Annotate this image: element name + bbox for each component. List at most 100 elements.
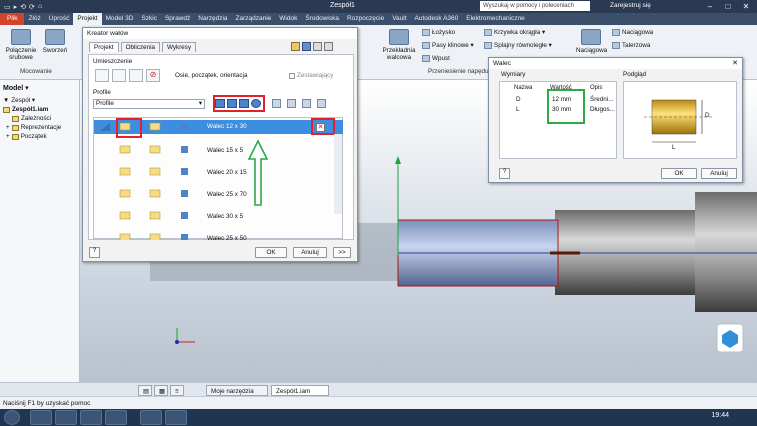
tab-inspect[interactable]: Sprawdź xyxy=(161,13,194,25)
tab-sketch[interactable]: Szkic xyxy=(137,13,161,25)
tile-icon[interactable]: ▤ xyxy=(138,385,152,396)
vbelts-button[interactable]: Pasy klinowe ▾ xyxy=(422,42,474,49)
col-name: Nazwa xyxy=(514,85,533,91)
settings-icon[interactable] xyxy=(324,42,333,51)
qa-icon-2[interactable]: ▸ xyxy=(14,3,18,11)
tab-view[interactable]: Widok xyxy=(275,13,301,25)
tab-environments[interactable]: Środowiska xyxy=(301,13,343,25)
taskbar-media-icon[interactable] xyxy=(80,410,102,425)
maximize-icon[interactable]: □ xyxy=(719,0,737,13)
key-button[interactable]: Wpust xyxy=(422,55,450,62)
profile-label: Profile xyxy=(93,89,111,96)
tab-electromechanical[interactable]: Elektromechaniczne xyxy=(462,13,529,25)
menu-icon[interactable]: ≡ xyxy=(170,385,184,396)
close-icon[interactable]: ✕ xyxy=(737,0,755,13)
tree-item-root[interactable]: Zespół1.iam xyxy=(0,105,79,114)
tab-simplify[interactable]: Uprość xyxy=(45,13,74,25)
expand-icon[interactable]: + xyxy=(6,124,10,131)
row-l-desc: Długos... xyxy=(590,106,615,113)
tree-item-origin[interactable]: + Początek xyxy=(0,132,79,141)
dims-label: Wymiary xyxy=(501,71,526,78)
qa-icon-3[interactable]: ⟲ xyxy=(20,3,26,11)
taskbar-app-icon[interactable] xyxy=(105,410,127,425)
pick-axis-icon[interactable] xyxy=(95,69,109,82)
qa-icon-5[interactable]: ⌂ xyxy=(38,3,42,11)
tab-assembly-doc[interactable]: Zespół1.iam xyxy=(271,385,329,396)
open-icon[interactable] xyxy=(291,42,300,51)
folder-icon xyxy=(11,133,19,140)
belleville-spring-button[interactable]: Talerzowa xyxy=(612,42,650,49)
browser-title[interactable]: Model ▾ xyxy=(0,80,79,96)
section-list-scrollbar[interactable] xyxy=(334,134,342,214)
spring-tension-icon xyxy=(612,29,620,36)
tab-design[interactable]: Projekt xyxy=(73,13,102,25)
taskbar-inventor-icon[interactable] xyxy=(165,410,187,425)
disc-cam-button[interactable]: Krzywka okrągła ▾ xyxy=(484,29,545,36)
cylinder-dialog: Walec ✕ Wymiary Nazwa Wartość Opis D 12 … xyxy=(488,57,743,183)
minimize-icon[interactable]: – xyxy=(701,0,719,13)
bolted-connection-button[interactable]: Połączenie śrubowe xyxy=(3,29,39,61)
tree-item-constraints[interactable]: Zależności xyxy=(0,114,79,123)
preview-l-label: L xyxy=(672,144,676,151)
browser-filter[interactable]: ▼ Zespół ▾ xyxy=(0,96,79,105)
tab-calculation[interactable]: Obliczenia xyxy=(120,42,161,52)
tab-my-tools[interactable]: Moje narzędzia g... xyxy=(206,385,268,406)
tab-graphs[interactable]: Wykresy xyxy=(162,42,197,52)
options-icon[interactable] xyxy=(313,42,322,51)
shaft-dialog-toolbar xyxy=(291,42,333,51)
insert-icon[interactable] xyxy=(287,99,296,108)
help-icon[interactable]: ? xyxy=(499,168,510,179)
tab-3d-model[interactable]: Model 3D xyxy=(102,13,138,25)
pick-orientation-icon[interactable] xyxy=(129,69,143,82)
window-title: Zespół1 xyxy=(330,2,355,9)
profile-dropdown[interactable]: Profile ▾ xyxy=(93,99,205,109)
cascade-icon[interactable]: ▦ xyxy=(154,385,168,396)
flip-icon[interactable]: ⊘ xyxy=(146,69,160,82)
taskbar-word-icon[interactable] xyxy=(140,410,162,425)
cylinder-cancel-button[interactable]: Anuluj xyxy=(701,168,737,179)
highlight-section-types xyxy=(213,95,265,112)
cylinder-dialog-title: Walec xyxy=(489,58,742,69)
placement-label: Umieszczenie xyxy=(93,58,133,65)
preview-d-label: D xyxy=(705,112,710,119)
signin-link[interactable]: Zarejestruj się xyxy=(610,2,651,9)
more-button[interactable]: >> xyxy=(333,247,351,258)
tab-assemble[interactable]: Złóż xyxy=(24,13,44,25)
close-icon[interactable]: ✕ xyxy=(732,59,738,67)
spring-button[interactable]: Naciągowa xyxy=(576,29,607,54)
pick-start-icon[interactable] xyxy=(112,69,126,82)
tab-a360[interactable]: Autodesk A360 xyxy=(411,13,463,25)
qa-icon-4[interactable]: ⟳ xyxy=(29,3,35,11)
save-icon[interactable] xyxy=(302,42,311,51)
tab-get-started[interactable]: Rozpoczęcie xyxy=(343,13,388,25)
qa-icon-1[interactable]: ▭ xyxy=(4,3,11,11)
parallel-splines-button[interactable]: Splajny równoległe ▾ xyxy=(484,42,552,49)
move-icon[interactable] xyxy=(302,99,311,108)
tree-item-representations[interactable]: + Reprezentacje xyxy=(0,123,79,132)
list-icon[interactable] xyxy=(317,99,326,108)
shaft-dialog-title: Kreator wałów xyxy=(83,28,357,39)
help-icon[interactable]: ? xyxy=(89,247,100,258)
start-icon[interactable] xyxy=(4,410,20,425)
tab-vault[interactable]: Vault xyxy=(388,13,410,25)
bearing-button[interactable]: Łożysko xyxy=(422,29,455,36)
taskbar-explorer-icon[interactable] xyxy=(55,410,77,425)
tab-design-shaft[interactable]: Projekt xyxy=(89,42,119,52)
assembly-checkbox[interactable]: Zestawiający xyxy=(289,72,333,79)
shaft-ok-button[interactable]: OK xyxy=(255,247,287,258)
spur-gear-button[interactable]: Przekładnia walcowa xyxy=(382,29,416,61)
help-search-input[interactable]: Wyszukaj w pomocy i poleceniach xyxy=(480,1,590,11)
shaft-cancel-button[interactable]: Anuluj xyxy=(293,247,327,258)
window-controls: – □ ✕ xyxy=(701,0,755,13)
tension-spring-button[interactable]: Naciągowa xyxy=(612,29,653,36)
pin-button[interactable]: Sworzeń xyxy=(40,29,70,54)
tab-tools[interactable]: Narzędzia xyxy=(194,13,231,25)
cylinder-ok-button[interactable]: OK xyxy=(661,168,697,179)
expand-icon[interactable]: + xyxy=(6,133,10,140)
taskbar-ie-icon[interactable] xyxy=(30,410,52,425)
chevron-down-icon: ▾ xyxy=(198,100,202,107)
split-icon[interactable] xyxy=(272,99,281,108)
tab-manage[interactable]: Zarządzanie xyxy=(232,13,276,25)
preview-label: Podgląd xyxy=(623,71,647,78)
tab-file[interactable]: Plik xyxy=(0,13,25,25)
